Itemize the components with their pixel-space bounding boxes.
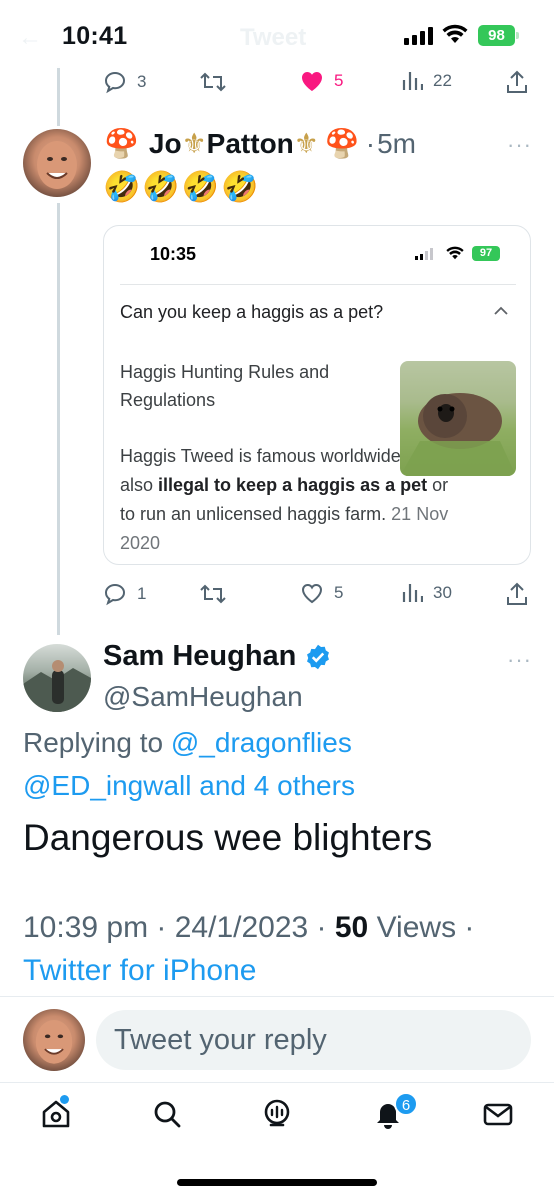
back-arrow-icon[interactable]: ←: [18, 24, 42, 52]
verified-badge-icon: [307, 644, 330, 669]
thread-line: [57, 203, 60, 635]
retweet-action[interactable]: [199, 70, 227, 94]
divider: [0, 996, 554, 997]
notifications-badge: 6: [394, 1092, 418, 1116]
like-action[interactable]: 5: [300, 70, 343, 92]
card-divider: [120, 284, 516, 285]
more-options-icon[interactable]: ···: [507, 647, 532, 673]
signal-icon: [404, 27, 434, 45]
tweet-meta: 10:39 pm · 24/1/2023 · 50 Views · Twitte…: [23, 906, 543, 992]
author-name-row[interactable]: Sam Heughan: [103, 640, 332, 673]
card-wifi-icon: [446, 246, 464, 260]
my-avatar[interactable]: [23, 1009, 85, 1071]
like-count: 5: [334, 71, 344, 90]
avatar[interactable]: [23, 129, 91, 197]
source-link[interactable]: Twitter for iPhone: [23, 954, 256, 987]
messages-icon[interactable]: [482, 1098, 514, 1130]
home-notification-dot: [60, 1095, 69, 1104]
wifi-icon: [442, 24, 468, 43]
views-icon: [402, 72, 423, 90]
mushroom-emoji: 🍄: [104, 127, 139, 160]
card-signal-icon: [415, 248, 437, 260]
battery-cap: [516, 32, 519, 39]
views-action[interactable]: 30: [401, 582, 452, 604]
heart-filled-icon: [302, 72, 322, 91]
embedded-image-card[interactable]: 10:35 97 Can you keep a haggis as a pet?…: [103, 225, 531, 565]
author-last-name: Patton: [206, 127, 294, 159]
fleur-de-lis-emoji: ⚜: [293, 127, 319, 160]
reply-count: 1: [137, 584, 147, 603]
page-title: Tweet: [240, 24, 307, 51]
replying-to: Replying to @_dragonflies @ED_ingwall an…: [23, 721, 533, 807]
author-name[interactable]: 🍄 Jo ⚜ Patton ⚜ 🍄 · 5m: [104, 127, 416, 160]
status-time: 10:41: [62, 22, 128, 50]
retweet-icon: [200, 584, 226, 604]
status-bar: ← Tweet 10:41 98: [0, 0, 554, 68]
author-handle[interactable]: @SamHeughan: [103, 681, 303, 713]
home-indicator: [177, 1179, 377, 1186]
tweet-text: Dangerous wee blighters: [23, 817, 433, 858]
author-name: Sam Heughan: [103, 640, 297, 672]
card-heading: Haggis Hunting Rules and Regulations: [120, 362, 330, 410]
spaces-icon[interactable]: [261, 1098, 293, 1130]
avatar[interactable]: [23, 644, 91, 712]
retweet-icon: [200, 72, 226, 92]
tweet-separator: ·: [365, 127, 376, 159]
tweet-text: 🤣🤣🤣🤣: [103, 170, 261, 205]
mention-link[interactable]: @_dragonflies: [171, 727, 352, 758]
mention-link[interactable]: @ED_ingwall and 4 others: [23, 770, 355, 801]
reply-icon: [104, 583, 126, 606]
heart-icon: [301, 583, 323, 604]
avatar-face: [35, 1019, 73, 1064]
tweet-time: 5m: [377, 127, 416, 159]
views-label: Views ·: [368, 911, 475, 944]
reply-input[interactable]: Tweet your reply: [96, 1010, 531, 1070]
avatar-face: [37, 141, 77, 189]
search-icon[interactable]: [151, 1098, 183, 1130]
views-count[interactable]: 50: [335, 911, 368, 944]
divider: [0, 1082, 554, 1083]
chevron-up-icon: [494, 300, 508, 321]
share-icon: [507, 582, 527, 605]
card-body-bold: illegal to keep a haggis as a pet: [158, 475, 428, 495]
reply-action[interactable]: 1: [103, 582, 146, 606]
author-first-name: Jo: [148, 127, 182, 159]
mushroom-emoji: 🍄: [324, 127, 360, 160]
battery-icon: 98: [478, 25, 515, 46]
card-status-time: 10:35: [150, 244, 197, 264]
fleur-de-lis-emoji: ⚜: [181, 127, 207, 160]
share-icon: [507, 70, 527, 93]
thread-line: [57, 66, 60, 126]
reply-icon: [104, 71, 126, 94]
more-options-icon[interactable]: ···: [507, 132, 532, 158]
views-icon: [402, 584, 423, 602]
views-count: 22: [433, 71, 452, 90]
like-action[interactable]: 5: [300, 582, 343, 604]
reply-count: 3: [137, 72, 147, 91]
haggis-thumbnail: [400, 361, 516, 476]
views-action[interactable]: 22: [401, 70, 452, 92]
card-question: Can you keep a haggis as a pet?: [120, 302, 384, 322]
tweet-timestamp: 10:39 pm · 24/1/2023 ·: [23, 911, 335, 944]
share-action[interactable]: [506, 70, 528, 94]
replying-prefix: Replying to: [23, 727, 171, 758]
retweet-action[interactable]: [199, 582, 227, 606]
like-count: 5: [334, 583, 344, 602]
share-action[interactable]: [506, 582, 528, 606]
card-battery-icon: 97: [472, 246, 500, 261]
avatar-photo: [23, 660, 91, 712]
views-count: 30: [433, 583, 452, 602]
reply-action[interactable]: 3: [103, 70, 146, 94]
